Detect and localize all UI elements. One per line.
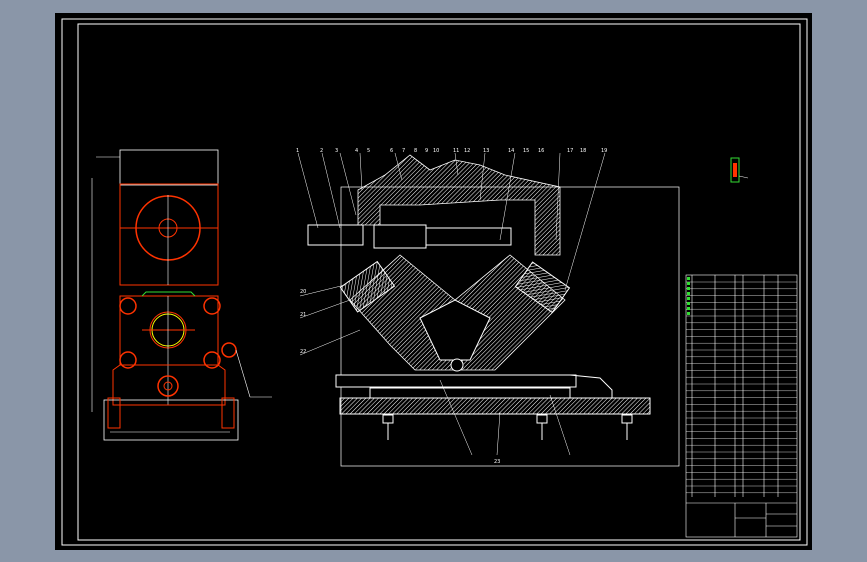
balloon-label: 4 <box>355 148 358 154</box>
drawing-sheet: 1 2 3 4 5 6 7 8 9 10 11 12 13 14 15 16 1… <box>61 18 808 546</box>
balloon-label: 8 <box>414 148 417 154</box>
row-marker <box>687 282 690 285</box>
balloon-label: 14 <box>508 148 514 154</box>
balloon-label: 10 <box>433 148 439 154</box>
balloon-label: 5 <box>367 148 370 154</box>
balloon-label: 12 <box>464 148 470 154</box>
balloon-label: 23 <box>494 459 500 465</box>
balloon-label: 22 <box>300 349 306 355</box>
row-marker <box>687 302 690 305</box>
balloon-label: 20 <box>300 289 306 295</box>
balloon-label: 3 <box>335 148 338 154</box>
balloon-label: 13 <box>483 148 489 154</box>
cad-drawing-canvas[interactable]: 1 2 3 4 5 6 7 8 9 10 11 12 13 14 15 16 1… <box>55 13 812 550</box>
main-section-view: 1 2 3 4 5 6 7 8 9 10 11 12 13 14 15 16 1… <box>296 148 680 467</box>
row-marker <box>687 277 690 280</box>
row-marker <box>687 307 690 310</box>
row-marker <box>687 292 690 295</box>
parts-list-table <box>685 274 798 538</box>
balloon-label: 17 <box>567 148 573 154</box>
balloon-label: 16 <box>538 148 544 154</box>
row-marker <box>687 287 690 290</box>
balloon-label: 21 <box>300 312 306 318</box>
row-marker <box>687 312 690 315</box>
balloon-label: 15 <box>523 148 529 154</box>
side-view <box>91 149 272 441</box>
balloon-label: 18 <box>580 148 586 154</box>
balloon-label: 11 <box>453 148 459 154</box>
row-marker <box>687 297 690 300</box>
balloon-label: 6 <box>390 148 393 154</box>
detail-view <box>730 157 749 183</box>
balloon-label: 2 <box>320 148 323 154</box>
balloon-label: 1 <box>296 148 299 154</box>
balloon-label: 9 <box>425 148 428 154</box>
balloon-label: 19 <box>601 148 607 154</box>
balloon-label: 7 <box>402 148 405 154</box>
parts-list-rows <box>686 277 797 493</box>
